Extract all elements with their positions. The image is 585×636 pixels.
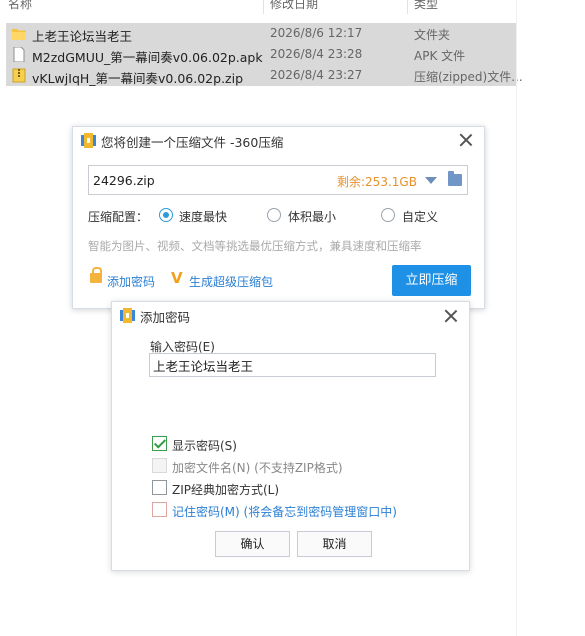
zip-file-icon (12, 68, 26, 83)
file-type: 压缩(zipped)文件... (414, 70, 523, 84)
show-password-label[interactable]: 显示密码(S) (172, 437, 237, 454)
radio-smallest[interactable] (267, 208, 281, 222)
config-label: 压缩配置： (88, 210, 149, 224)
password-value: 上老王论坛当老王 (153, 359, 254, 374)
disk-space-remaining: 剩余:253.1GB (337, 175, 417, 189)
close-icon[interactable] (458, 132, 474, 148)
column-type-header[interactable]: 类型 (414, 0, 438, 12)
cancel-button[interactable]: 取消 (297, 531, 372, 557)
column-separator[interactable] (407, 0, 408, 14)
file-row[interactable]: vKLwjIqH_第一幕间奏v0.06.02p.zip 2026/8/4 23:… (6, 65, 523, 86)
column-date-header[interactable]: 修改日期 (270, 0, 318, 12)
remember-password-label[interactable]: 记住密码(M) (将会备忘到密码管理窗口中) (172, 503, 397, 520)
encrypt-filename-label: 加密文件名(N) (不支持ZIP格式) (172, 461, 343, 475)
password-input[interactable]: 上老王论坛当老王 (149, 353, 436, 377)
file-date: 2026/8/6 12:17 (270, 26, 363, 40)
file-type: APK 文件 (414, 49, 466, 63)
radio-fastest-label[interactable]: 速度最快 (179, 208, 227, 225)
file-type: 文件夹 (414, 28, 451, 42)
encrypt-filename-checkbox (152, 458, 167, 473)
chevron-down-icon[interactable] (425, 177, 437, 184)
add-password-dialog: 添加密码 输入密码(E) 上老王论坛当老王 显示密码(S) 加密文件名(N) (… (111, 301, 470, 571)
dialog-title: 添加密码 (140, 310, 191, 325)
archive-filename: 24296.zip (93, 173, 155, 188)
file-row[interactable]: 上老王论坛当老王 2026/8/6 12:17 文件夹 (6, 23, 516, 44)
close-icon[interactable] (443, 308, 459, 324)
app-icon (120, 308, 135, 323)
window-divider (516, 0, 517, 636)
file-date: 2026/8/4 23:27 (270, 68, 363, 82)
add-password-link[interactable]: 添加密码 (107, 273, 155, 290)
file-icon (13, 47, 25, 62)
lock-icon (90, 267, 102, 283)
zip-classic-encryption-checkbox[interactable] (152, 480, 167, 495)
folder-icon (12, 29, 26, 40)
app-icon (81, 133, 96, 148)
file-explorer-list: 名称 修改日期 类型 上老王论坛当老王 2026/8/6 12:17 文件夹 M… (0, 0, 523, 90)
compress-now-button[interactable]: 立即压缩 (392, 265, 471, 296)
radio-custom[interactable] (381, 208, 395, 222)
confirm-button[interactable]: 确认 (215, 531, 290, 557)
remember-password-checkbox[interactable] (152, 502, 167, 517)
radio-smallest-label[interactable]: 体积最小 (288, 208, 336, 225)
dialog-title-bar[interactable]: 添加密码 (112, 302, 469, 329)
radio-custom-label[interactable]: 自定义 (402, 208, 438, 225)
v-badge-icon: V (171, 269, 183, 287)
compression-hint: 智能为图片、视频、文档等挑选最优压缩方式，兼具速度和压缩率 (88, 239, 422, 253)
file-row[interactable]: M2zdGMUU_第一幕间奏v0.06.02p.apk 2026/8/4 23:… (6, 44, 516, 65)
dialog-title: 您将创建一个压缩文件 -360压缩 (101, 135, 284, 150)
zip-classic-encryption-label[interactable]: ZIP经典加密方式(L) (172, 481, 279, 498)
column-name-header[interactable]: 名称 (8, 0, 32, 12)
file-name: vKLwjIqH_第一幕间奏v0.06.02p.zip (32, 71, 244, 86)
show-password-checkbox[interactable] (152, 436, 167, 451)
file-date: 2026/8/4 23:28 (270, 47, 363, 61)
compress-dialog: 您将创建一个压缩文件 -360压缩 24296.zip 剩余:253.1GB 压… (72, 126, 485, 309)
file-name: M2zdGMUU_第一幕间奏v0.06.02p.apk (32, 50, 263, 65)
file-name: 上老王论坛当老王 (32, 29, 133, 44)
radio-fastest[interactable] (159, 208, 173, 222)
super-package-link[interactable]: 生成超级压缩包 (189, 273, 273, 290)
archive-path-input[interactable]: 24296.zip 剩余:253.1GB (88, 165, 468, 195)
column-header: 名称 修改日期 类型 (0, 0, 516, 14)
folder-browse-icon[interactable] (448, 171, 462, 186)
dialog-title-bar[interactable]: 您将创建一个压缩文件 -360压缩 (73, 127, 484, 154)
column-separator[interactable] (263, 0, 264, 14)
